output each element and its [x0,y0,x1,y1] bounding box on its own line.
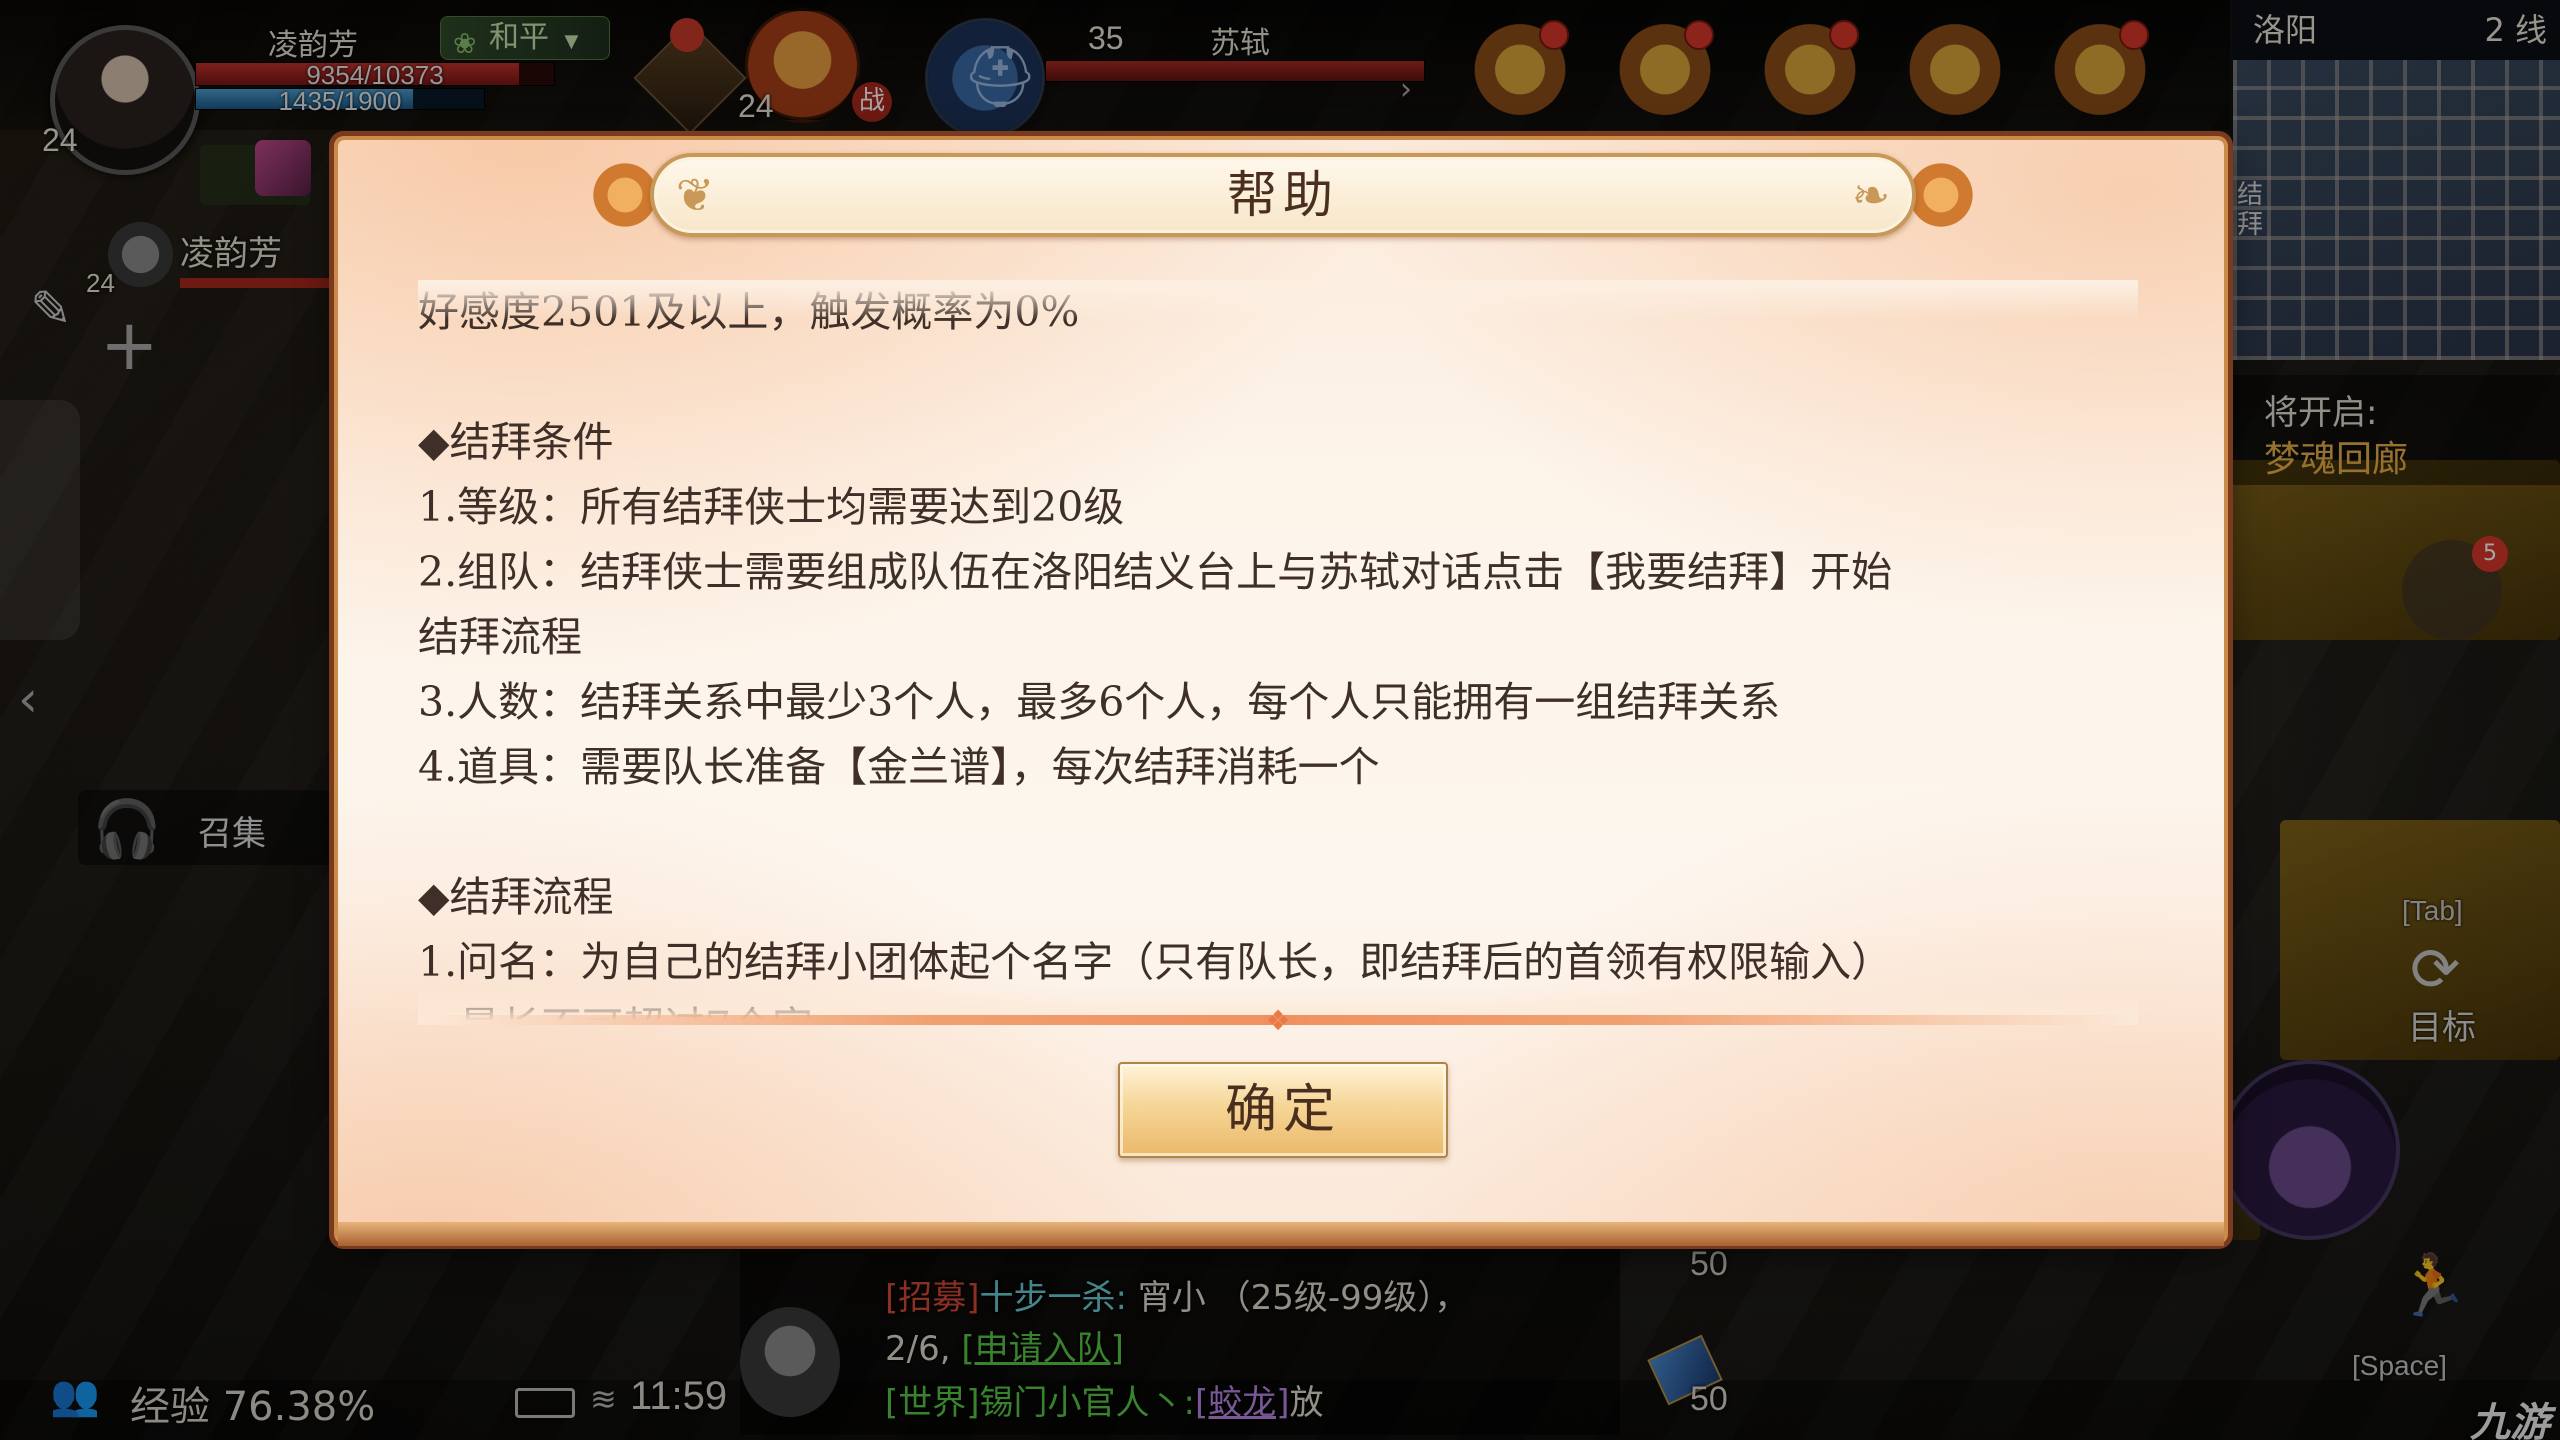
help-line [418,345,2138,410]
help-content-scroll[interactable]: 好感度2501及以上，触发概率为0%◆结拜条件1.等级：所有结拜侠士均需要达到2… [418,290,2138,1020]
scroll-fade-top [418,280,2138,320]
help-section-heading: ◆结拜条件 [418,418,614,466]
help-line: 1.等级：所有结拜侠士均需要达到20级 [418,483,1125,531]
help-line: 结拜流程 [418,613,582,661]
help-line: 4.道具：需要队长准备【金兰谱】，每次结拜消耗一个 [418,743,1380,791]
divider-gem-icon: ❖ [1265,1004,1291,1037]
confirm-button[interactable]: 确定 [1118,1062,1448,1158]
help-line: 2.组队：结拜侠士需要组成队伍在洛阳结义台上与苏轼对话点击【我要结拜】开始 [418,548,1893,596]
help-content: 好感度2501及以上，触发概率为0%◆结拜条件1.等级：所有结拜侠士均需要达到2… [418,290,2138,1020]
help-section-heading: ◆结拜流程 [418,873,614,921]
help-line [418,800,2138,865]
dialog-title: 帮助 [1227,166,1339,224]
dialog-bottom-trim [338,1222,2224,1246]
help-line: 3.人数：结拜关系中最少3个人，最多6个人，每个人只能拥有一组结拜关系 [418,678,1781,726]
